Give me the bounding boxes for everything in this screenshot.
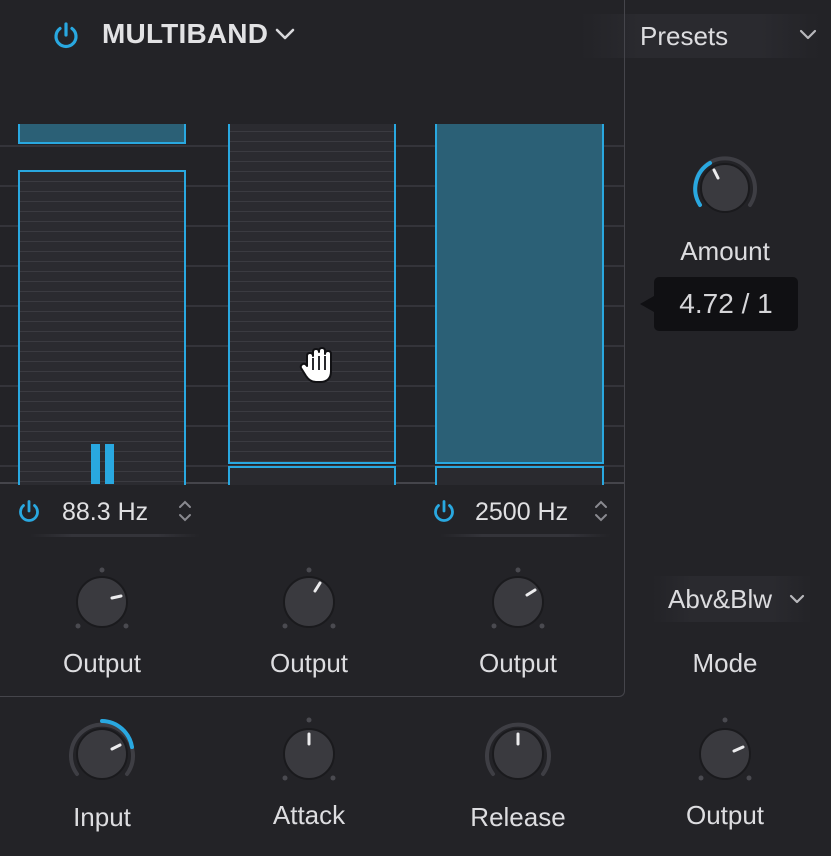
tooltip-arrow (640, 296, 654, 312)
input-knob[interactable] (64, 716, 140, 788)
input-label: Input (73, 802, 131, 832)
mid-band-upper-threshold[interactable] (228, 124, 396, 464)
low-band-upper-threshold[interactable] (18, 124, 186, 144)
power-icon[interactable] (430, 498, 458, 526)
hand-cursor-icon (299, 347, 332, 383)
output-label: Output (685, 800, 765, 830)
crossover-row: 88.3 Hz 2500 Hz (0, 486, 624, 537)
spinner-arrows-icon[interactable] (594, 498, 608, 524)
mid-band-output-label: Output (269, 648, 349, 678)
low-band-output-knob[interactable] (70, 566, 134, 632)
spinner-arrows-icon[interactable] (178, 498, 192, 524)
attack-knob[interactable] (277, 716, 341, 784)
high-band-output-knob[interactable] (486, 566, 550, 632)
low-band-level-meter (105, 444, 114, 484)
presets-label: Presets (640, 21, 729, 51)
attack-label: Attack (272, 800, 346, 830)
amount-label: Amount (680, 236, 770, 266)
field-underline (440, 534, 610, 537)
field-underline (30, 534, 200, 537)
output-knob[interactable] (693, 716, 757, 784)
chevron-down-icon (799, 29, 817, 40)
band-graph[interactable] (0, 124, 624, 485)
power-icon[interactable] (15, 498, 43, 526)
high-band-upper-threshold[interactable] (435, 124, 604, 464)
low-band-lower-threshold[interactable] (18, 170, 186, 485)
mode-label: Mode (692, 648, 758, 678)
high-crossover-value[interactable]: 2500 Hz (475, 498, 568, 527)
low-crossover-value[interactable]: 88.3 Hz (62, 498, 148, 527)
mid-band-output-knob[interactable] (277, 566, 341, 632)
release-label: Release (470, 802, 566, 832)
mode-dropdown[interactable]: Abv&Blw (652, 576, 812, 622)
chevron-down-icon (789, 594, 805, 604)
low-band-output-label: Output (62, 648, 142, 678)
amount-knob[interactable] (686, 150, 764, 222)
value-tooltip: 4.72 / 1 (640, 277, 798, 331)
high-band-lower-threshold[interactable] (435, 466, 604, 485)
mid-band-lower-threshold[interactable] (228, 466, 396, 485)
tooltip-value: 4.72 / 1 (679, 288, 773, 319)
low-band-level-meter (91, 444, 100, 484)
mode-value: Abv&Blw (668, 584, 773, 614)
release-knob[interactable] (480, 716, 556, 788)
high-band-output-label: Output (478, 648, 558, 678)
